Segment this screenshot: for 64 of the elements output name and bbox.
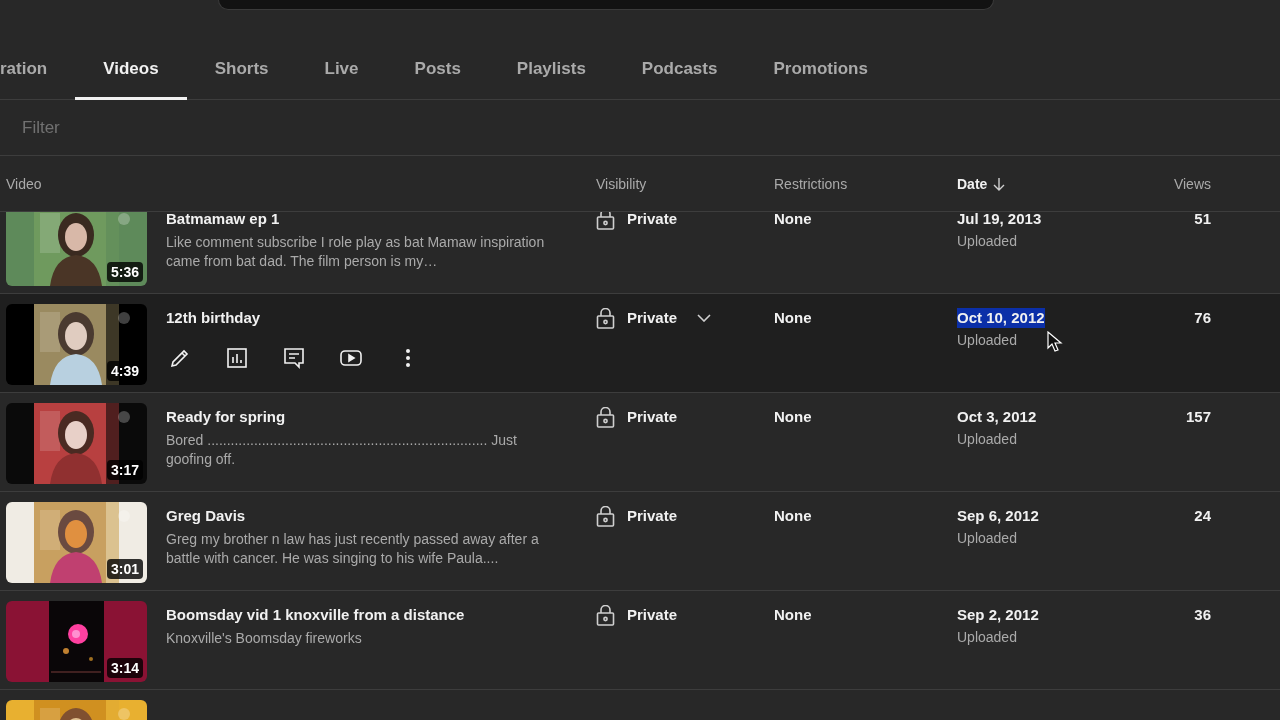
lock-icon [596,308,615,329]
video-description: Knoxville's Boomsday fireworks [166,629,363,648]
visibility-label: Private [627,506,678,526]
lock-icon [596,605,615,626]
duration-label: 3:14 [106,658,143,678]
analytics-icon[interactable] [225,346,249,370]
restrictions-label: None [774,308,812,328]
video-title[interactable]: Batmamaw ep 1 [166,212,556,229]
date-status: Uploaded [957,332,1017,348]
tab[interactable]: ration [0,40,76,100]
column-header[interactable]: Date [957,175,988,192]
visibility-label: Private [627,605,678,625]
duration-label: 3:17 [106,460,143,480]
column-header[interactable]: Restrictions [774,175,848,192]
restrictions-label: None [774,506,812,526]
views-count: 157 [1185,407,1211,427]
video-title[interactable]: Greg Davis [166,506,556,526]
date-label: Oct 3, 2012 [957,407,1037,427]
restrictions-label: None [774,605,812,625]
date-label: Oct 10, 2012 [957,308,1045,328]
comment-icon[interactable] [282,346,306,370]
video-row[interactable]: 4:39 12th birthday Private None Oct 10, 2012 Uploaded 76 [0,294,1280,393]
video-row[interactable]: 5:36 Batmamaw ep 1 Like comment subscribe I role play as bat Mamaw inspiration came from bat dad. The film person is my… Private None Jul 19, 2013 Uploaded 51 [0,212,1280,294]
tab[interactable]: Playlists [488,40,614,100]
tab[interactable]: Posts [386,40,489,100]
lock-icon [596,212,615,230]
date-status: Uploaded [957,431,1017,447]
video-title[interactable]: 12th birthday [166,308,556,328]
tab[interactable]: Podcasts [613,40,746,100]
column-header[interactable]: Views [1173,175,1211,192]
column-header[interactable]: Visibility [596,175,647,192]
filter-field[interactable]: Filter [20,116,424,139]
lock-icon [596,407,615,428]
video-description: Bored ........................................................................ Just goofing off. [166,431,518,469]
chevron-down-icon[interactable] [697,314,712,322]
views-count: 76 [1194,308,1211,328]
views-count: 24 [1194,506,1211,526]
video-description: Greg my brother n law has just recently passed away after a battle with cancer. He was singing to his wife Paula.... [166,530,540,568]
mouse-cursor-icon [1047,331,1063,353]
tab[interactable]: Promotions [745,40,896,100]
date-status: Uploaded [957,530,1017,546]
tab[interactable]: Live [296,40,387,100]
sort-arrow-icon [993,176,1006,191]
video-title[interactable]: Boomsday vid 1 knoxville from a distance [166,605,556,625]
date-status: Uploaded [957,629,1017,645]
duration-label: 5:36 [106,262,143,282]
video-description: Like comment subscribe I role play as bat Mamaw inspiration came from bat dad. The film person is my… [166,233,546,271]
date-label: Sep 2, 2012 [957,605,1039,625]
tab[interactable]: Shorts [186,40,297,100]
views-count: 51 [1194,212,1211,229]
visibility-label: Private [627,407,678,427]
date-status: Uploaded [957,233,1017,249]
restrictions-label: None [774,407,812,427]
lock-icon [596,506,615,527]
video-title[interactable]: Ready for spring [166,407,556,427]
tab[interactable]: Videos [75,40,187,100]
column-header[interactable]: Video [6,175,42,192]
date-label: Sep 6, 2012 [957,506,1039,526]
visibility-label: Private [627,308,678,328]
duration-label: 3:01 [106,559,143,579]
visibility-label: Private [627,212,678,229]
restrictions-label: None [774,212,812,229]
views-count: 36 [1194,605,1211,625]
date-label: Jul 19, 2013 [957,212,1042,229]
